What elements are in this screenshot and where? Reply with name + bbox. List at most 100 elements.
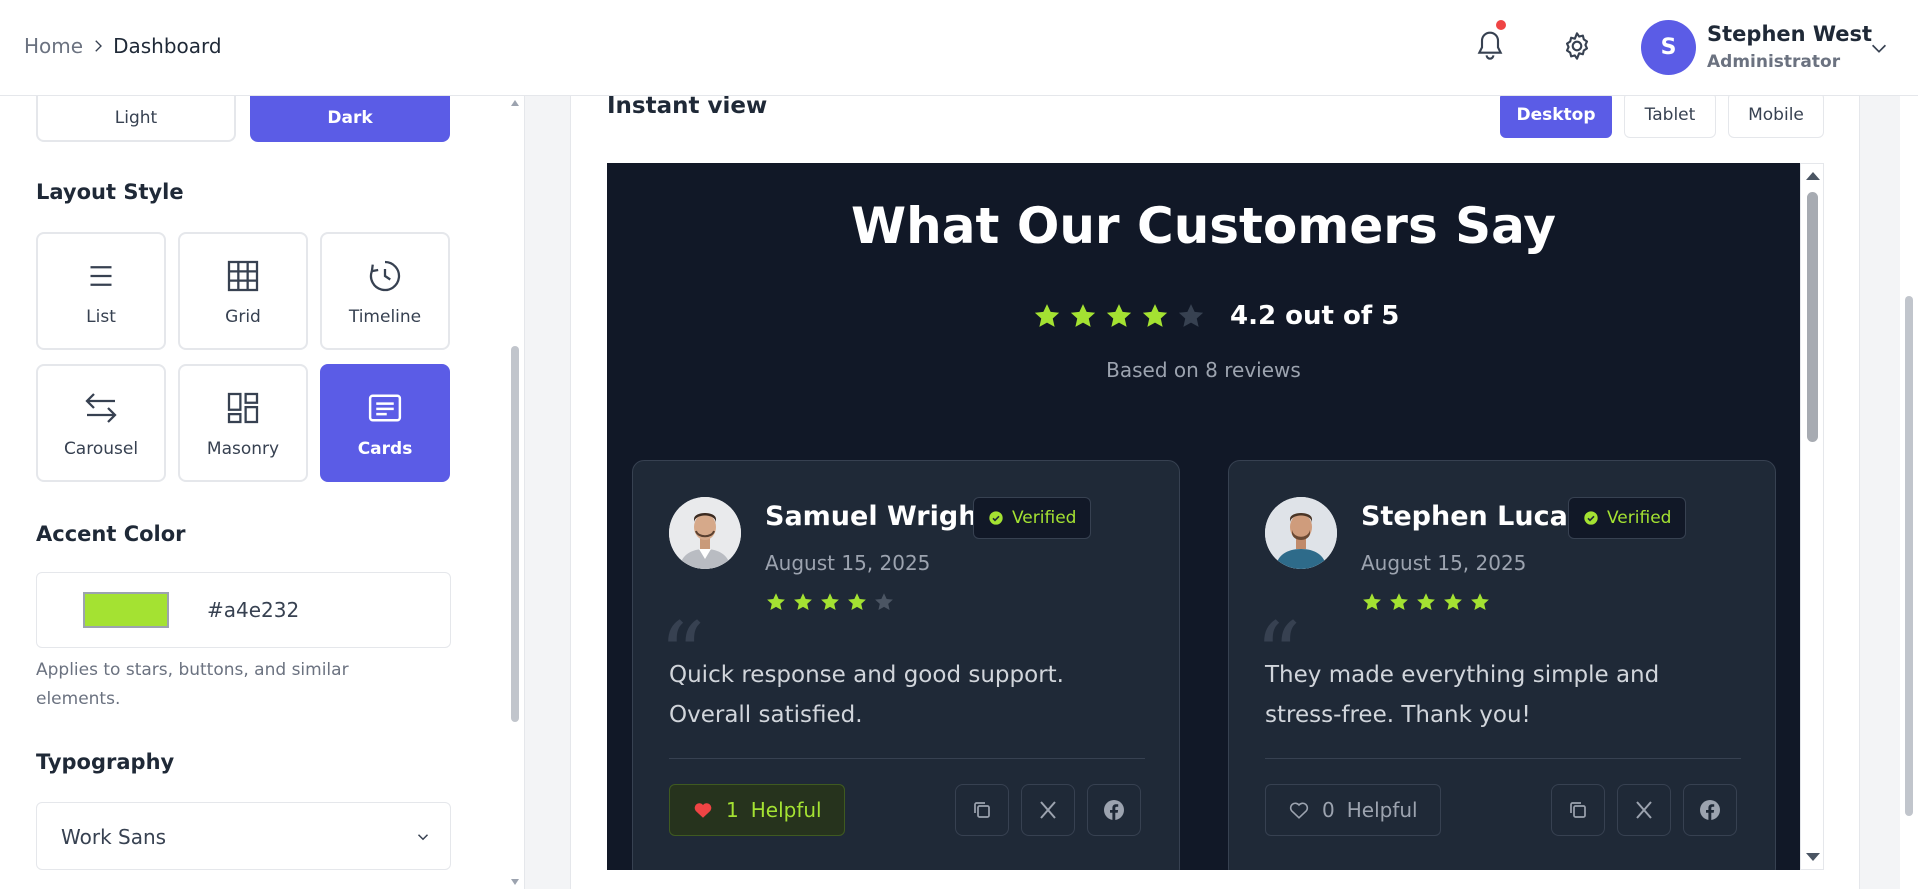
share-facebook-button[interactable] [1087,784,1141,836]
star-icon [1363,593,1381,610]
star-icon [1390,593,1408,610]
star-icon [1471,593,1489,610]
layout-option-label: Grid [225,307,261,327]
helpful-label: Helpful [1346,798,1418,822]
device-mobile-button[interactable]: Mobile [1728,92,1824,138]
theme-light-button[interactable]: Light [36,96,236,142]
star-icon [821,593,839,610]
heart-icon [694,803,712,818]
verified-badge: Verified [973,497,1092,539]
scroll-thumb[interactable] [1807,192,1818,442]
top-bar: Home Dashboard S Stephen West Administra… [0,0,1918,96]
chevron-down-icon[interactable] [1868,37,1890,59]
review-date: August 15, 2025 [765,551,931,575]
font-select[interactable]: Work Sans [36,802,451,870]
scroll-down-arrow[interactable] [1806,853,1820,861]
layout-option-list[interactable]: List [36,232,166,350]
share-facebook-button[interactable] [1683,784,1737,836]
share-x-button[interactable] [1021,784,1075,836]
review-text: Quick response and good support. Overall… [669,662,1064,728]
star-icon [794,593,812,610]
notifications-button[interactable] [1474,20,1506,64]
helpful-count: 0 [1322,798,1335,822]
star-icon [1444,593,1462,610]
scroll-thumb[interactable] [511,346,519,722]
copy-link-button[interactable] [1551,784,1605,836]
card-divider [1265,758,1741,759]
review-stars [765,591,895,613]
layout-option-label: Timeline [348,307,422,327]
star-icon [1034,304,1060,327]
accent-color-helper: Applies to stars, buttons, and similar e… [36,660,349,709]
typography-label: Typography [36,750,175,774]
accent-color-input[interactable]: #a4e232 [207,598,299,622]
preview-scrollbar[interactable] [1800,163,1824,870]
user-name[interactable]: Stephen West [1707,22,1872,46]
review-text: They made everything simple and stress-f… [1265,662,1660,728]
device-tablet-button[interactable]: Tablet [1624,92,1716,138]
list-icon [90,266,112,286]
review-date: August 15, 2025 [1361,551,1527,575]
layout-option-label: Carousel [63,439,139,459]
copy-link-button[interactable] [955,784,1009,836]
check-circle-icon [1584,511,1598,525]
verified-label: Verified [1607,508,1672,528]
scroll-thumb[interactable] [1905,296,1913,816]
layout-option-masonry[interactable]: Masonry [178,364,308,482]
bell-icon [1477,31,1503,60]
accent-color-picker[interactable]: #a4e232 [36,572,451,648]
star-icon [1070,304,1096,327]
layout-option-carousel[interactable]: Carousel [36,364,166,482]
scroll-up-arrow[interactable] [511,100,519,106]
overall-rating: 4.2 out of 5 [1032,301,1399,331]
layout-option-label: List [86,307,116,327]
star-icon [875,593,893,610]
check-circle-icon [989,511,1003,525]
accent-color-label: Accent Color [36,522,186,546]
heart-outline-icon [1289,802,1309,819]
person-photo-icon [1265,497,1337,569]
settings-sidebar: Light Dark Layout Style List Grid Timeli… [0,96,525,889]
avatar[interactable]: S [1641,20,1696,75]
share-x-button[interactable] [1617,784,1671,836]
helpful-button[interactable]: 1 Helpful [669,784,845,836]
reviewer-name: Samuel Wright [765,501,991,532]
theme-dark-button[interactable]: Dark [250,96,450,142]
scroll-down-arrow[interactable] [511,879,519,885]
sidebar-scrollbar[interactable] [508,96,522,889]
breadcrumb: Home Dashboard [24,34,222,58]
clock-icon [369,260,401,292]
review-card: Samuel Wright Verified August 15, 2025 “… [632,460,1180,870]
grid-icon [227,260,259,292]
page-scrollbar[interactable] [1900,96,1918,889]
chevron-right-icon [95,40,103,52]
scroll-up-arrow[interactable] [1806,172,1820,180]
layout-option-grid[interactable]: Grid [178,232,308,350]
facebook-icon [1700,800,1720,820]
layout-option-timeline[interactable]: Timeline [320,232,450,350]
verified-badge: Verified [1568,497,1687,539]
notification-dot [1496,20,1506,30]
breadcrumb-current: Dashboard [113,34,222,58]
masonry-icon [227,392,259,424]
star-icon [1178,304,1204,327]
x-logo-icon [1636,801,1652,819]
review-stars [1361,591,1491,613]
helpful-count: 1 [726,798,739,822]
arrows-swap-icon [85,393,117,423]
rating-score: 4.2 out of 5 [1230,301,1400,331]
star-icon [848,593,866,610]
gear-icon [1565,32,1589,60]
layout-option-label: Masonry [206,439,280,459]
device-desktop-button[interactable]: Desktop [1500,92,1612,138]
breadcrumb-home[interactable]: Home [24,34,83,58]
settings-button[interactable] [1561,30,1593,62]
cards-icon [368,394,402,422]
layout-option-label: Cards [357,439,413,459]
helpful-button[interactable]: 0 Helpful [1265,784,1441,836]
reviewer-name: Stephen Lucas [1361,501,1584,532]
layout-option-cards[interactable]: Cards [320,364,450,482]
star-icon [1142,304,1168,327]
review-card: Stephen Lucas Verified August 15, 2025 “… [1228,460,1776,870]
accent-color-swatch[interactable] [83,592,169,628]
